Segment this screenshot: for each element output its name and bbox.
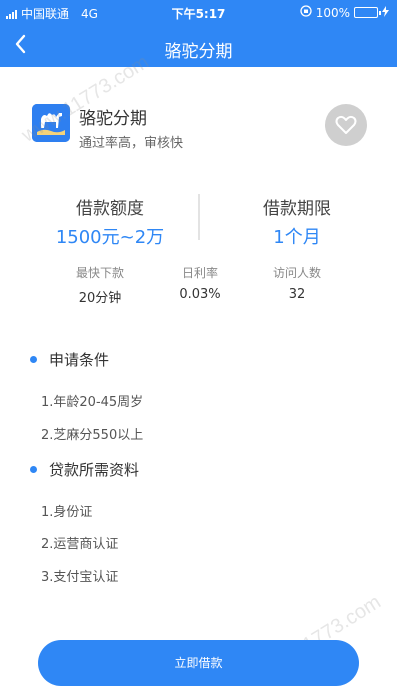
status-right: 100% xyxy=(300,5,389,20)
stat-value: 0.03% xyxy=(179,287,221,302)
stat-label: 日利率 xyxy=(181,266,218,280)
top-bar: 中国联通 4G 下午5:17 100% 骆驼分期 xyxy=(0,0,397,67)
page-title: 骆驼分期 xyxy=(164,42,233,62)
stat-label: 最快下款 xyxy=(75,266,124,280)
materials-title: 贷款所需资料 xyxy=(49,461,140,479)
nav-bar: 骆驼分期 xyxy=(0,24,397,67)
loan-term-label: 借款期限 xyxy=(263,199,331,219)
loan-limit-value: 1500元~2万 xyxy=(55,227,165,248)
favorite-button[interactable] xyxy=(325,104,367,146)
stat-visitors: 访问人数 32 xyxy=(242,264,352,302)
stat-fastest-payout: 最快下款 20分钟 xyxy=(45,264,155,306)
battery-icon xyxy=(354,7,381,18)
condition-item: 1.年龄20-45周岁 xyxy=(41,395,144,410)
orientation-lock-icon xyxy=(300,5,312,20)
material-item: 2.运营商认证 xyxy=(41,537,119,552)
charging-icon xyxy=(382,5,389,20)
stat-value: 20分钟 xyxy=(78,291,122,306)
loan-limit-label: 借款额度 xyxy=(76,199,144,219)
conditions-heading: 申请条件 xyxy=(30,349,109,370)
status-bar: 中国联通 4G 下午5:17 100% xyxy=(0,0,397,24)
app-description: 通过率高，审核快 xyxy=(79,136,184,151)
stat-daily-rate: 日利率 0.03% xyxy=(145,264,255,302)
materials-heading: 贷款所需资料 xyxy=(30,459,139,480)
heart-icon xyxy=(335,115,357,134)
loan-term-value: 1个月 xyxy=(273,227,321,248)
loan-summary: 借款额度 1500元~2万 借款期限 1个月 xyxy=(0,194,397,248)
stat-value: 32 xyxy=(288,287,306,302)
condition-item: 2.芝麻分550以上 xyxy=(41,428,144,443)
loan-limit: 借款额度 1500元~2万 xyxy=(20,194,200,249)
conditions-title: 申请条件 xyxy=(49,351,110,369)
bullet-dot-icon xyxy=(30,356,37,363)
borrow-now-button[interactable]: 立即借款 xyxy=(38,640,359,686)
material-item: 3.支付宝认证 xyxy=(41,570,119,585)
battery-percent: 100% xyxy=(315,5,350,20)
loan-term: 借款期限 1个月 xyxy=(207,194,387,249)
divider xyxy=(198,194,200,240)
material-item: 1.身份证 xyxy=(41,505,93,520)
bullet-dot-icon xyxy=(30,466,37,473)
stat-label: 访问人数 xyxy=(272,266,321,280)
